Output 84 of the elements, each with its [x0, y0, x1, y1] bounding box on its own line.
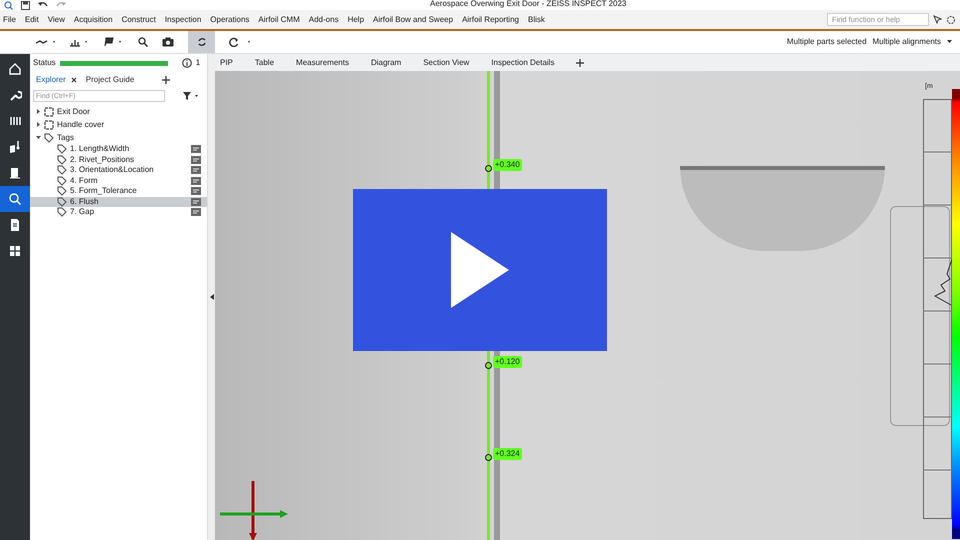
add-tab-icon[interactable]: [576, 58, 584, 66]
tag-icon: [57, 186, 67, 196]
deviation-label: +0.120: [493, 356, 522, 368]
info-icon[interactable]: [182, 58, 192, 68]
save-icon[interactable]: [21, 0, 30, 10]
menu-item[interactable]: Inspection: [164, 14, 202, 26]
message-count: 1: [196, 57, 200, 69]
search-icon[interactable]: [4, 0, 13, 10]
close-icon[interactable]: [70, 77, 77, 83]
tree-row[interactable]: 4. Form: [30, 176, 207, 186]
tree-item[interactable]: Exit Door: [57, 106, 90, 118]
part-icon: [8, 166, 22, 180]
measure-point: [485, 454, 492, 461]
view-tab[interactable]: Section View: [423, 56, 470, 68]
report-icon: [191, 187, 201, 196]
document-icon: [8, 218, 22, 232]
reload-icon[interactable]: [229, 37, 253, 47]
panel-tab[interactable]: Project Guide: [82, 72, 138, 88]
view-tab[interactable]: Table: [254, 56, 274, 68]
tree-row[interactable]: 5. Form_Tolerance: [30, 186, 207, 196]
tree-row[interactable]: 1. Length&Width: [30, 144, 207, 154]
report-icon: [191, 145, 201, 154]
menu-item[interactable]: Blisk: [528, 14, 545, 26]
filter-icon[interactable]: [183, 92, 199, 100]
tag-icon: [57, 144, 67, 154]
camera-icon[interactable]: [162, 37, 174, 47]
view-tab[interactable]: Measurements: [296, 56, 349, 68]
view-tab[interactable]: Inspection Details: [491, 56, 554, 68]
menu-item[interactable]: Airfoil CMM: [258, 14, 300, 26]
add-tab-icon[interactable]: [162, 76, 170, 84]
report-icon: [191, 156, 201, 164]
flag-tool-icon[interactable]: [104, 37, 124, 47]
menu-item[interactable]: Construct: [122, 14, 156, 26]
tag-icon: [57, 207, 67, 218]
tree-item[interactable]: Handle cover: [57, 118, 104, 130]
deviation-label: +0.340: [493, 159, 522, 171]
view-tab[interactable]: Diagram: [370, 56, 402, 68]
parts-selection[interactable]: Multiple parts selected: [786, 36, 867, 48]
menu-item[interactable]: Help: [348, 14, 364, 26]
menu-item[interactable]: Airfoil Reporting: [462, 14, 519, 26]
undo-icon[interactable]: [38, 1, 48, 9]
report-icon: [191, 166, 201, 174]
search-icon: [8, 192, 22, 206]
measure-point: [485, 362, 492, 369]
zoom-icon[interactable]: [138, 37, 148, 47]
report-icon: [191, 208, 201, 216]
wrench-icon: [8, 88, 22, 102]
view-tab[interactable]: PIP: [220, 56, 233, 68]
tree-row[interactable]: 7. Gap: [30, 207, 207, 218]
report-icon: [191, 176, 201, 185]
play-button[interactable]: [353, 189, 607, 351]
window-title: Aerospace Overwing Exit Door - ZEISS INSPECT 2023: [430, 0, 626, 10]
tag-icon: [57, 154, 67, 165]
chart-tool-icon[interactable]: [70, 38, 90, 46]
grid-icon: [8, 244, 22, 258]
tag-icon: [44, 132, 54, 142]
menu-item[interactable]: Add-ons: [308, 14, 339, 26]
measure-point: [485, 165, 492, 172]
menu-item[interactable]: Edit: [24, 14, 39, 26]
caret-icon[interactable]: [947, 40, 952, 44]
tag-icon: [57, 176, 67, 186]
report-icon: [191, 198, 201, 206]
menu-item[interactable]: Acquisition: [74, 14, 113, 26]
menu-item[interactable]: Airfoil Bow and Sweep: [373, 14, 454, 26]
menu-item[interactable]: View: [48, 14, 65, 26]
bars-icon: [8, 114, 22, 128]
refresh-button[interactable]: [188, 31, 215, 53]
tree-item[interactable]: Tags: [57, 132, 74, 144]
tag-icon: [57, 196, 67, 207]
refresh-icon: [196, 37, 206, 47]
home-icon: [8, 62, 22, 76]
probe-icon: [8, 140, 22, 154]
tree-row[interactable]: 2. Rivet_Positions: [30, 154, 207, 165]
menu-item[interactable]: File: [3, 14, 16, 26]
play-icon: [451, 232, 509, 308]
status-label: Status: [33, 57, 56, 69]
tag-icon: [57, 165, 67, 176]
tree-row[interactable]: 3. Orientation&Location: [30, 165, 207, 176]
curve-tool-icon[interactable]: [36, 38, 56, 46]
alignment-selection[interactable]: Multiple alignments: [872, 36, 941, 48]
tree-row[interactable]: 6. Flush: [30, 196, 207, 207]
collapse-arrow-icon[interactable]: [210, 294, 214, 300]
menu-item[interactable]: Operations: [210, 14, 250, 26]
deviation-label: +0.324: [493, 448, 522, 460]
